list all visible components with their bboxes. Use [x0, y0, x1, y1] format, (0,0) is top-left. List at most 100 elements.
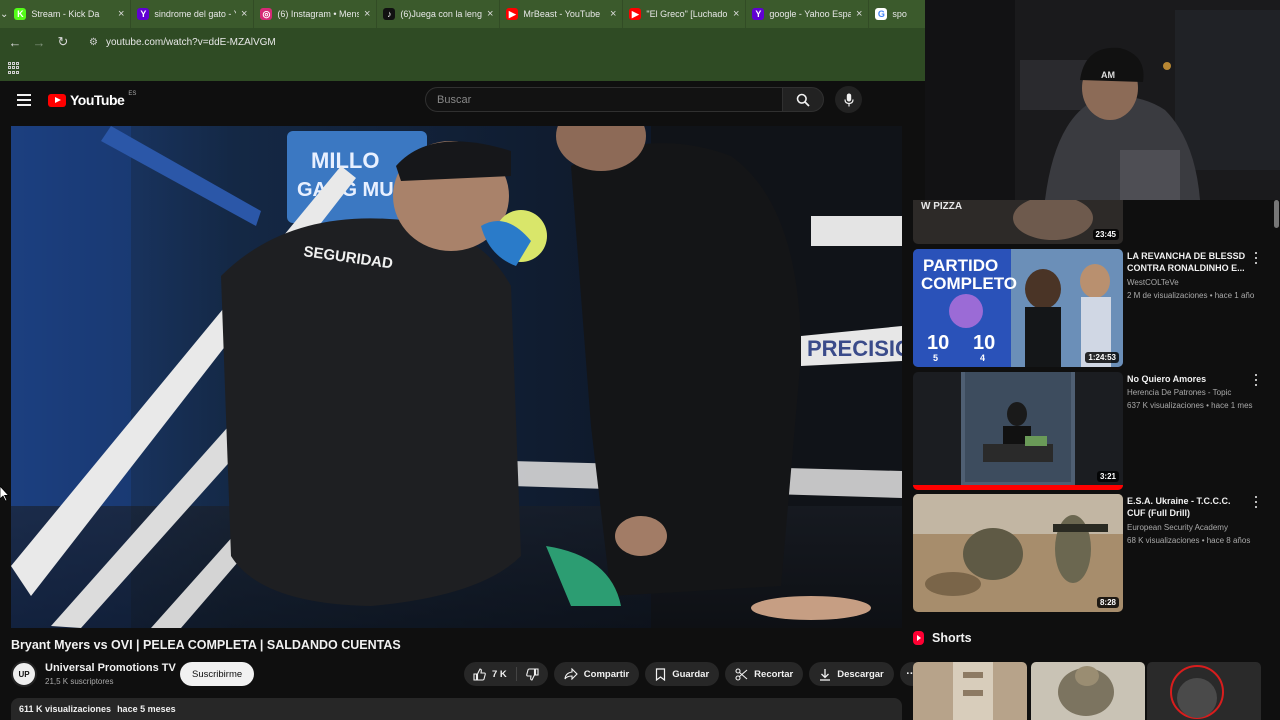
close-tab-icon[interactable]: ×	[856, 8, 862, 20]
microphone-icon	[843, 93, 854, 106]
score-left-sub: 5	[933, 353, 938, 363]
recommendation-channel[interactable]: Herencia De Patrones - Topic	[1127, 388, 1231, 397]
scene-banner: PRECISIO	[807, 336, 902, 361]
browser-tab[interactable]: K Stream - Kick Da ×	[8, 0, 132, 28]
voice-search-button[interactable]	[835, 86, 862, 113]
thumbnail-text-line1: PARTIDO	[923, 256, 998, 275]
thumbnail-image	[913, 494, 1123, 612]
browser-tab[interactable]: ▶ "El Greco" [Luchador ×	[623, 0, 747, 28]
address-bar[interactable]: ⚙ youtube.com/watch?v=ddE-MZAlVGM	[81, 32, 284, 52]
recommendation-meta: 68 K visualizaciones • hace 8 años	[1127, 536, 1251, 545]
more-options-icon[interactable]	[1253, 496, 1259, 508]
short-thumbnail[interactable]	[913, 662, 1027, 720]
short-image	[1031, 662, 1145, 720]
recommendation-thumbnail[interactable]: 8:28	[913, 494, 1123, 612]
recommendation-meta: 2 M de visualizaciones • hace 1 año	[1127, 291, 1255, 300]
channel-name[interactable]: Universal Promotions TV	[45, 662, 176, 674]
search-input[interactable]	[426, 88, 782, 111]
youtube-icon: ▶	[506, 8, 519, 20]
tab-strip: ⌄ K Stream - Kick Da × Ysindrome del gato -…	[0, 0, 925, 28]
back-button[interactable]: ←	[3, 28, 27, 56]
video-frame: MILLO GANG MUSIC PRECISIO SEGURIDAD	[11, 126, 902, 628]
browser-tab[interactable]: ◎ (6) Instagram • Mens ×	[254, 0, 378, 28]
description-box[interactable]: 611 K visualizaciones hace 5 meses	[11, 698, 902, 720]
browser-tab[interactable]: Ygoogle - Yahoo Espa ×	[746, 0, 870, 28]
recommendation-channel[interactable]: European Security Academy	[1127, 523, 1228, 532]
country-code: ES	[128, 91, 137, 97]
scene-sign-top: MILLO	[311, 148, 379, 173]
youtube-header: YouTube ES	[0, 81, 925, 121]
subscribe-button[interactable]: Suscribirme	[180, 662, 255, 686]
logo-text: YouTube	[70, 92, 125, 108]
close-tab-icon[interactable]: ×	[118, 8, 124, 20]
recommendation-title[interactable]: No Quiero Amores	[1127, 373, 1247, 385]
recommendation-title[interactable]: E.S.A. Ukraine - T.C.C.C. CUF (Full Dril…	[1127, 495, 1247, 519]
close-tab-icon[interactable]: ×	[610, 8, 616, 20]
video-player[interactable]: MILLO GANG MUSIC PRECISIO SEGURIDAD	[11, 126, 902, 628]
apps-grid-icon[interactable]	[8, 62, 20, 74]
recommendation-thumbnail[interactable]: W PIZZA 23:45	[913, 200, 1123, 244]
like-dislike-group: 7 K	[464, 662, 548, 686]
browser-tab[interactable]: ▶ MrBeast - YouTube ×	[500, 0, 624, 28]
thumbnail-text: W PIZZA	[921, 201, 962, 212]
thumbnail-image: W PIZZA	[913, 200, 1123, 244]
tab-title: sindrome del gato - Y	[154, 9, 236, 19]
thumbs-up-icon	[473, 667, 486, 681]
search-box	[425, 87, 783, 112]
recommendation-title[interactable]: LA REVANCHA DE BLESSD CONTRA RONALDINHO …	[1127, 250, 1247, 274]
tab-title: google - Yahoo Espa	[769, 9, 851, 19]
instagram-icon: ◎	[260, 8, 273, 20]
save-label: Guardar	[672, 668, 710, 680]
share-button[interactable]: Compartir	[553, 662, 640, 686]
menu-icon[interactable]	[17, 94, 31, 106]
like-count: 7 K	[492, 668, 507, 680]
browser-toolbar: ← → ↻ ⚙ youtube.com/watch?v=ddE-MZAlVGM	[0, 28, 925, 56]
more-options-icon[interactable]	[1253, 252, 1259, 264]
recommendation-thumbnail[interactable]: 3:21	[913, 372, 1123, 490]
close-tab-icon[interactable]: ×	[364, 8, 370, 20]
download-button[interactable]: Descargar	[809, 662, 894, 686]
video-duration: 23:45	[1092, 229, 1119, 240]
browser-tab[interactable]: Ysindrome del gato - Y ×	[131, 0, 255, 28]
reload-button[interactable]: ↻	[51, 28, 75, 56]
score-right-sub: 4	[980, 353, 985, 363]
video-title: Bryant Myers vs OVI | PELEA COMPLETA | S…	[11, 638, 401, 652]
page-scrollbar[interactable]	[1274, 200, 1279, 228]
mouse-cursor-icon	[0, 486, 10, 502]
short-thumbnail[interactable]	[1031, 662, 1145, 720]
score-right: 10	[973, 332, 995, 354]
browser-tab[interactable]: ♪ (6)Juega con la lengu ×	[377, 0, 501, 28]
search-button[interactable]	[782, 87, 824, 112]
tab-search-chevron-icon[interactable]: ⌄	[0, 0, 8, 28]
channel-avatar[interactable]: UP	[11, 661, 37, 687]
recommendation-channel[interactable]: WestCOLTeVe	[1127, 278, 1179, 287]
recommendation-thumbnail[interactable]: PARTIDO COMPLETO 10 10 5 4 1:24:53	[913, 249, 1123, 367]
webcam-cap-text: AM	[1101, 70, 1115, 80]
yahoo-icon: Y	[137, 8, 150, 20]
save-button[interactable]: Guardar	[645, 662, 720, 686]
close-tab-icon[interactable]: ×	[733, 8, 739, 20]
browser-tab[interactable]: Gspo	[869, 0, 925, 28]
like-button[interactable]: 7 K	[464, 667, 517, 681]
dislike-button[interactable]	[517, 667, 548, 681]
close-tab-icon[interactable]: ×	[241, 8, 247, 20]
video-actions: 7 K Compartir Guardar Recortar Descargar…	[464, 662, 924, 686]
yahoo-icon: Y	[752, 8, 765, 20]
clip-button[interactable]: Recortar	[725, 662, 804, 686]
youtube-logo[interactable]: YouTube ES	[48, 91, 137, 108]
tab-title: MrBeast - YouTube	[523, 9, 601, 19]
bookmarks-bar	[0, 56, 925, 81]
youtube-play-icon	[48, 93, 66, 107]
site-settings-icon[interactable]: ⚙	[89, 37, 98, 48]
url-text[interactable]: youtube.com/watch?v=ddE-MZAlVGM	[106, 37, 276, 48]
subscriber-count: 21,5 K suscriptores	[45, 677, 114, 686]
thumbnail-image: PARTIDO COMPLETO 10 10 5 4	[913, 249, 1123, 367]
close-tab-icon[interactable]: ×	[487, 8, 493, 20]
more-options-icon[interactable]	[1253, 374, 1259, 386]
download-icon	[820, 668, 831, 681]
forward-button[interactable]: →	[27, 28, 51, 56]
shorts-icon	[913, 631, 924, 645]
short-thumbnail[interactable]	[1147, 662, 1261, 720]
share-icon	[564, 668, 578, 680]
thumbnail-image	[913, 372, 1123, 490]
